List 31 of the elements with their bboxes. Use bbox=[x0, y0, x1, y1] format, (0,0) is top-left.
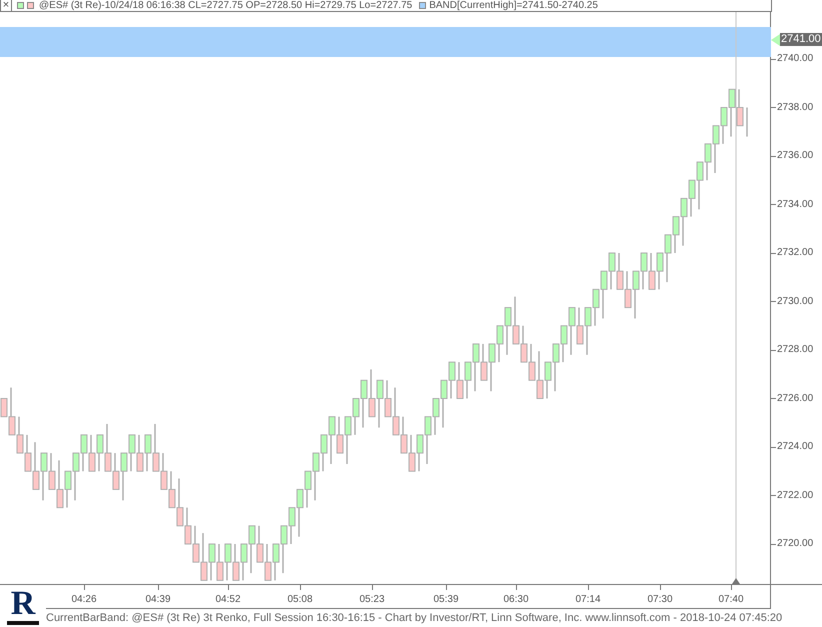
price-label: 2722.00 bbox=[777, 490, 814, 502]
time-label: 04:52 bbox=[215, 594, 241, 606]
price-label: 2728.00 bbox=[777, 344, 814, 356]
up-brick-legend-icon bbox=[17, 2, 24, 9]
time-label: 04:39 bbox=[145, 594, 171, 606]
time-label: 06:30 bbox=[503, 594, 529, 606]
time-label: 07:14 bbox=[575, 594, 601, 606]
close-button[interactable]: × bbox=[1, 0, 12, 11]
quote-text: @ES# (3t Re)-10/24/18 06:16:38 CL=2727.75 OP=2728.50 Hi=2729.75 Lo=2727.75 bbox=[39, 0, 412, 10]
price-label: 2732.00 bbox=[777, 247, 814, 259]
price-label: 2740.00 bbox=[777, 53, 814, 65]
band-legend-text: BAND[CurrentHigh]=2741.50-2740.25 bbox=[429, 0, 598, 10]
price-label: 2734.00 bbox=[777, 198, 814, 210]
time-label: 04:26 bbox=[71, 594, 97, 606]
price-label: 2738.00 bbox=[777, 102, 814, 114]
time-label: 05:23 bbox=[359, 594, 385, 606]
time-label: 05:08 bbox=[287, 594, 313, 606]
time-label: 07:40 bbox=[718, 594, 744, 606]
footer-text: CurrentBarBand: @ES# (3t Re) 3t Renko, Full Session 16:30-16:15 - Chart by Investor/RT, Linn Software, Inc. www.linnsoft.com - 2018-10-24 07:45:20 bbox=[46, 611, 784, 626]
price-label: 2726.00 bbox=[777, 392, 814, 404]
logo-stripe bbox=[7, 620, 39, 624]
price-label: 2730.00 bbox=[777, 296, 814, 308]
current-price-label: 2741.00 bbox=[780, 33, 822, 46]
price-label: 2736.00 bbox=[777, 150, 814, 162]
time-label: 05:39 bbox=[433, 594, 459, 606]
price-label: 2720.00 bbox=[777, 538, 814, 550]
price-label: 2724.00 bbox=[777, 441, 814, 453]
band-legend-icon bbox=[419, 2, 426, 9]
logo: R bbox=[10, 588, 36, 620]
down-brick-legend-icon bbox=[27, 2, 34, 9]
time-label: 07:30 bbox=[647, 594, 673, 606]
